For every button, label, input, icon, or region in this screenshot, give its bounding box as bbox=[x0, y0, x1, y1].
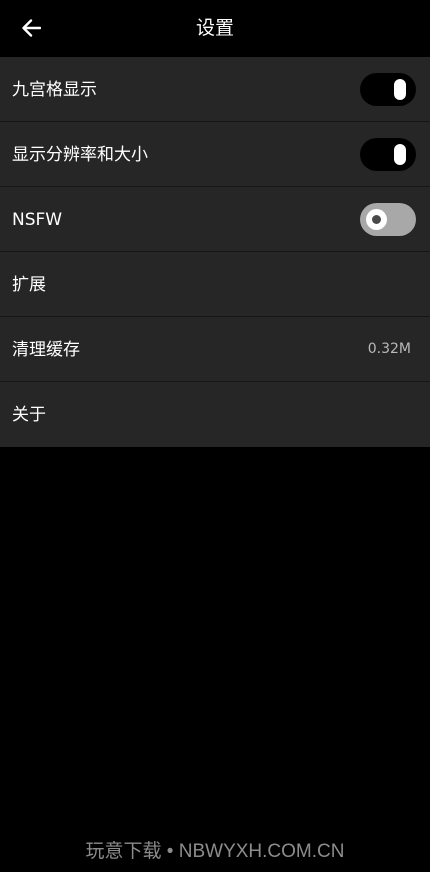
cache-size-value: 0.32M bbox=[367, 341, 411, 357]
toggle-knob bbox=[366, 209, 387, 230]
setting-label: NSFW bbox=[12, 210, 63, 230]
setting-label: 扩展 bbox=[12, 275, 46, 295]
watermark-text: 玩意下载 • NBWYXH.COM.CN bbox=[85, 841, 345, 862]
setting-about[interactable]: 关于 bbox=[0, 382, 430, 447]
toggle-knob bbox=[394, 79, 406, 100]
setting-label: 清理缓存 bbox=[12, 340, 80, 360]
setting-label: 关于 bbox=[12, 405, 46, 425]
setting-label: 九宫格显示 bbox=[12, 80, 97, 100]
setting-show-resolution-size[interactable]: 显示分辨率和大小 bbox=[0, 122, 430, 187]
setting-clear-cache[interactable]: 清理缓存 0.32M bbox=[0, 317, 430, 382]
nsfw-toggle[interactable] bbox=[360, 203, 416, 236]
page-title: 设置 bbox=[195, 17, 234, 39]
settings-list: 九宫格显示 显示分辨率和大小 NSFW 扩展 清理缓存 0.32M 关于 bbox=[0, 57, 430, 447]
setting-nsfw[interactable]: NSFW bbox=[0, 187, 430, 252]
setting-extensions[interactable]: 扩展 bbox=[0, 252, 430, 317]
setting-grid-display[interactable]: 九宫格显示 bbox=[0, 57, 430, 122]
app-bar: 设置 bbox=[0, 0, 430, 57]
show-resolution-size-toggle[interactable] bbox=[360, 138, 416, 171]
toggle-knob-dot bbox=[372, 215, 381, 224]
toggle-knob bbox=[394, 144, 406, 165]
setting-label: 显示分辨率和大小 bbox=[12, 145, 148, 165]
grid-display-toggle[interactable] bbox=[360, 73, 416, 106]
